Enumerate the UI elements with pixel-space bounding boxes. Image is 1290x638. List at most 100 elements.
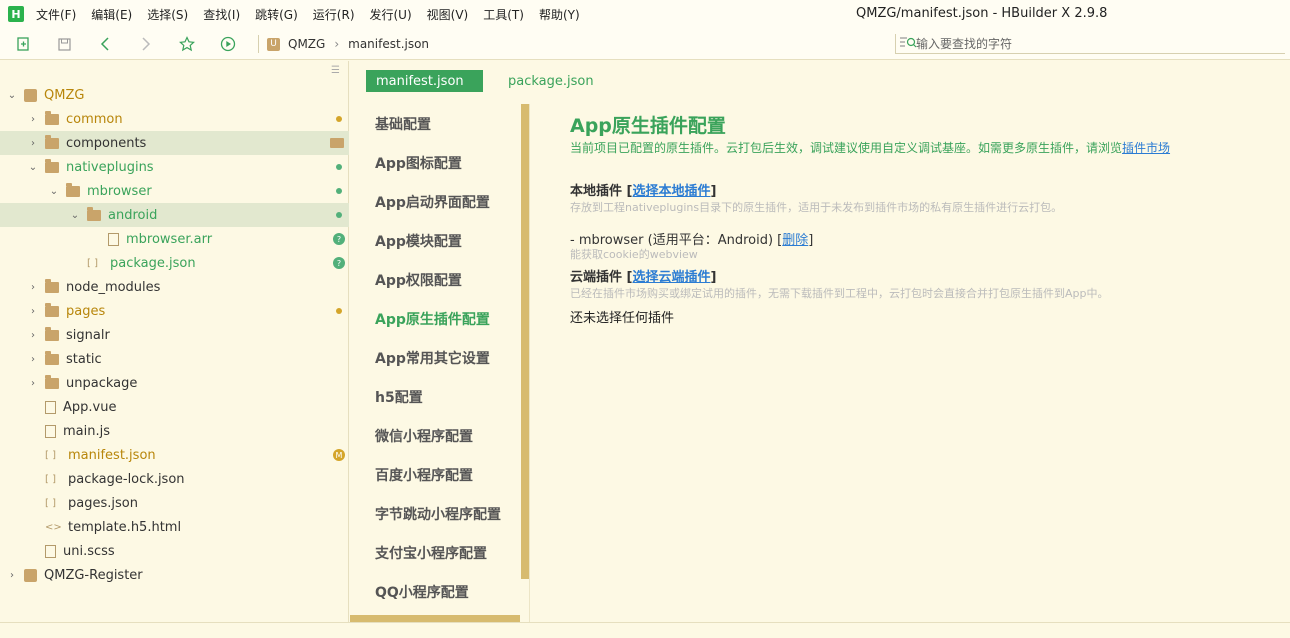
forward-icon[interactable] (137, 35, 155, 53)
tree-item[interactable]: › QMZG-Register (0, 563, 349, 587)
delete-plugin-link[interactable]: 删除 (782, 233, 808, 248)
local-plugin-heading: 本地插件 [选择本地插件] (570, 184, 717, 199)
tree-item-label: package.json (110, 255, 196, 271)
tree-item[interactable]: › signalr (0, 323, 349, 347)
menu-tools[interactable]: 工具(T) (483, 6, 524, 23)
tab-package-json[interactable]: package.json (508, 70, 594, 92)
new-file-icon[interactable] (14, 35, 32, 53)
local-plugin-hint: 存放到工程nativeplugins目录下的原生插件，适用于未发布到插件市场的私… (570, 201, 1063, 214)
json-file-icon: [ ] (45, 449, 56, 461)
back-icon[interactable] (96, 35, 114, 53)
breadcrumb-file[interactable]: manifest.json (348, 37, 429, 51)
menu-edit[interactable]: 编辑(E) (91, 6, 132, 23)
tree-item[interactable]: [ ] package.json? (0, 251, 349, 275)
tree-item-label: components (66, 135, 147, 151)
chevron-right-icon[interactable]: › (27, 354, 39, 365)
nav-toutiao-config[interactable]: 字节跳动小程序配置 (375, 504, 501, 524)
window-title: QMZG/manifest.json - HBuilder X 2.9.8 (856, 6, 1108, 21)
json-file-icon: [ ] (45, 497, 56, 509)
nav-weixin-config[interactable]: 微信小程序配置 (375, 426, 473, 446)
tree-item[interactable]: ⌄ mbrowser (0, 179, 349, 203)
status-badge (336, 164, 342, 170)
search-input[interactable] (916, 36, 1256, 51)
tree-item[interactable]: › components (0, 131, 349, 155)
status-badge: ? (333, 233, 345, 245)
chevron-down-icon[interactable]: ⌄ (6, 90, 18, 101)
nav-qq-config[interactable]: QQ小程序配置 (375, 582, 469, 602)
select-cloud-plugin-link[interactable]: 选择云端插件 (632, 270, 710, 285)
tree-item[interactable]: › unpackage (0, 371, 349, 395)
menu-publish[interactable]: 发行(U) (370, 6, 412, 23)
select-local-plugin-link[interactable]: 选择本地插件 (632, 184, 710, 199)
nav-h5-config[interactable]: h5配置 (375, 387, 423, 407)
save-icon[interactable] (55, 35, 73, 53)
tree-item[interactable]: › node_modules (0, 275, 349, 299)
plugin-config-panel: App原生插件配置 当前项目已配置的原生插件。云打包后生效，调试建议使用自定义调… (570, 111, 1270, 326)
project-explorer: ☰ ⌄ QMZG › common › components ⌄ nativeplugins ⌄… (0, 61, 349, 622)
tree-item[interactable]: ⌄ android (0, 203, 349, 227)
nav-alipay-config[interactable]: 支付宝小程序配置 (375, 543, 487, 563)
project-icon (24, 88, 37, 102)
tree-item[interactable]: App.vue (0, 395, 349, 419)
project-icon (24, 568, 37, 582)
chevron-right-icon[interactable]: › (27, 138, 39, 149)
nav-app-module-config[interactable]: App模块配置 (375, 231, 462, 251)
breadcrumb-project[interactable]: QMZG (288, 37, 325, 51)
tree-item-label: common (66, 111, 123, 127)
chevron-right-icon[interactable]: › (6, 570, 18, 581)
tree-item[interactable]: uni.scss (0, 539, 349, 563)
tree-item[interactable]: [ ] pages.json (0, 491, 349, 515)
tree-item[interactable]: ⌄ nativeplugins (0, 155, 349, 179)
tree-item-label: static (66, 351, 102, 367)
tab-manifest-json[interactable]: manifest.json (366, 70, 483, 92)
chevron-down-icon[interactable]: ⌄ (69, 210, 81, 221)
cloud-plugin-heading: 云端插件 [选择云端插件] (570, 270, 717, 285)
chevron-down-icon[interactable]: ⌄ (48, 186, 60, 197)
plugin-market-link[interactable]: 插件市场 (1122, 141, 1170, 155)
star-icon[interactable] (178, 35, 196, 53)
nav-app-native-plugin-config[interactable]: App原生插件配置 (375, 309, 490, 329)
tree-item-label: nativeplugins (66, 159, 154, 175)
folder-icon (45, 326, 59, 341)
menu-select[interactable]: 选择(S) (147, 6, 188, 23)
nav-basic-config[interactable]: 基础配置 (375, 114, 431, 134)
tree-item[interactable]: › common (0, 107, 349, 131)
menu-find[interactable]: 查找(I) (203, 6, 240, 23)
status-badge (336, 308, 342, 314)
page-title: App原生插件配置 (570, 115, 726, 137)
nav-app-other-settings[interactable]: App常用其它设置 (375, 348, 490, 368)
tree-item[interactable]: main.js (0, 419, 349, 443)
chevron-right-icon[interactable]: › (27, 282, 39, 293)
chevron-right-icon[interactable]: › (27, 114, 39, 125)
folder-icon (87, 206, 101, 221)
nav-app-icon-config[interactable]: App图标配置 (375, 153, 462, 173)
nav-app-permission-config[interactable]: App权限配置 (375, 270, 462, 290)
menu-goto[interactable]: 跳转(G) (255, 6, 298, 23)
tree-item[interactable]: › static (0, 347, 349, 371)
tree-item-label: mbrowser.arr (126, 231, 213, 247)
nav-baidu-config[interactable]: 百度小程序配置 (375, 465, 473, 485)
chevron-right-icon[interactable]: › (27, 378, 39, 389)
chevron-right-icon[interactable]: › (27, 330, 39, 341)
nav-scrollbar[interactable] (521, 104, 529, 579)
tree-item[interactable]: mbrowser.arr? (0, 227, 349, 251)
tree-item[interactable]: ⌄ QMZG (0, 83, 349, 107)
local-plugin-desc: 能获取cookie的webview (570, 248, 698, 261)
tree-item[interactable]: › pages (0, 299, 349, 323)
tree-item[interactable]: <> template.h5.html (0, 515, 349, 539)
run-icon[interactable] (219, 35, 237, 53)
chevron-right-icon[interactable]: › (27, 306, 39, 317)
status-badge (336, 212, 342, 218)
menu-file[interactable]: 文件(F) (36, 6, 76, 23)
menu-view[interactable]: 视图(V) (427, 6, 469, 23)
nav-app-splash-config[interactable]: App启动界面配置 (375, 192, 490, 212)
menu-lines-icon[interactable]: ☰ (331, 65, 341, 76)
tree-item[interactable]: [ ] package-lock.json (0, 467, 349, 491)
chevron-down-icon[interactable]: ⌄ (27, 162, 39, 173)
tree-item[interactable]: [ ] manifest.json M (0, 443, 349, 467)
json-file-icon: [ ] (45, 473, 56, 485)
menu-help[interactable]: 帮助(Y) (539, 6, 580, 23)
tree-item-label: uni.scss (63, 543, 115, 559)
menu-run[interactable]: 运行(R) (313, 6, 355, 23)
nav-scrollbar-horizontal[interactable] (350, 615, 520, 622)
